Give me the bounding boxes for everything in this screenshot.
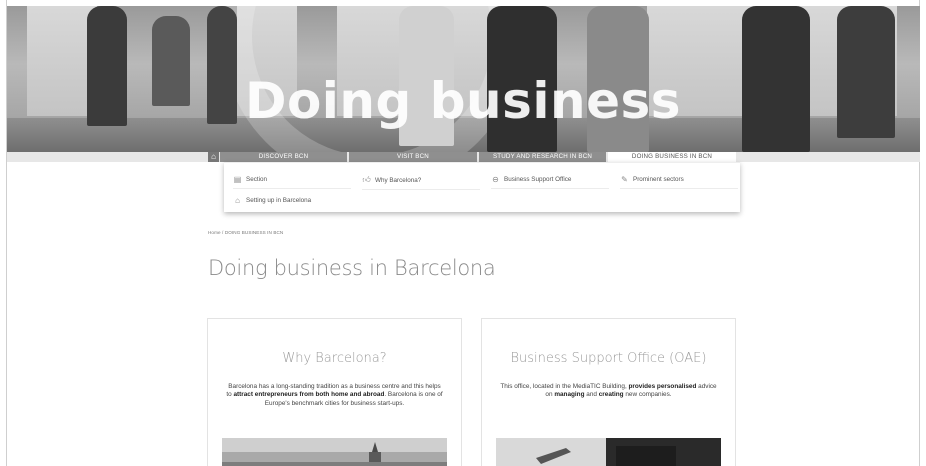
- dropdown-item-setting-up[interactable]: ⌂ Setting up in Barcelona: [233, 196, 351, 209]
- tab-study-research-bcn[interactable]: STUDY AND RESEARCH IN BCN: [479, 152, 606, 162]
- pencil-icon: ✎: [621, 175, 628, 184]
- tab-visit-bcn[interactable]: VISIT BCN: [349, 152, 477, 162]
- dropdown-item-label: Prominent sectors: [633, 176, 684, 183]
- dropdown-item-section[interactable]: ▤ Section: [233, 175, 351, 189]
- dropdown-item-label: Business Support Office: [504, 176, 572, 183]
- card-text-bold: provides personalised: [628, 383, 697, 390]
- card-text: and: [584, 391, 599, 399]
- card-business-support-office[interactable]: Business Support Office (OAE) This offic…: [481, 318, 736, 466]
- card-description: This office, located in the MediaTIC Bui…: [500, 383, 717, 400]
- building-icon: ⌂: [235, 196, 240, 205]
- card-image[interactable]: [496, 438, 721, 466]
- card-text: This office, located in the MediaTIC Bui…: [500, 383, 629, 390]
- page-title: Doing business in Barcelona: [208, 256, 496, 280]
- breadcrumb-current: DOING BUSINESS IN BCN: [224, 230, 284, 235]
- home-button[interactable]: ⌂: [208, 152, 219, 162]
- dropdown-item-prominent-sectors[interactable]: ✎ Prominent sectors: [620, 175, 738, 189]
- dropdown-item-why-barcelona[interactable]: 👍︎ Why Barcelona?: [362, 175, 480, 190]
- breadcrumb-separator: /: [222, 230, 224, 235]
- card-text-bold: creating: [598, 391, 624, 399]
- office-icon: ⊖: [492, 175, 499, 184]
- card-image[interactable]: [222, 438, 447, 466]
- thumbs-up-icon: 👍︎: [362, 175, 371, 184]
- home-icon: ⌂: [211, 152, 216, 161]
- card-title: Why Barcelona?: [282, 351, 387, 366]
- nav-dropdown-menu: ▤ Section 👍︎ Why Barcelona? ⊖ Business S…: [224, 162, 740, 212]
- card-description: Barcelona has a long-standing tradition …: [226, 383, 443, 408]
- card-text-bold: attract entrepreneurs from both home and…: [233, 391, 385, 399]
- tab-doing-business-bcn[interactable]: DOING BUSINESS IN BCN: [608, 152, 736, 162]
- dropdown-item-label: Setting up in Barcelona: [246, 197, 312, 204]
- dropdown-item-label: Why Barcelona?: [375, 176, 422, 184]
- tab-discover-bcn[interactable]: DISCOVER BCN: [220, 152, 347, 162]
- hero-title: Doing business: [244, 72, 682, 130]
- card-title: Business Support Office (OAE): [510, 351, 707, 366]
- dropdown-item-business-support-office[interactable]: ⊖ Business Support Office: [491, 175, 609, 189]
- breadcrumb: Home / DOING BUSINESS IN BCN: [208, 230, 283, 235]
- document-icon: ▤: [233, 175, 242, 184]
- card-why-barcelona[interactable]: Why Barcelona? Barcelona has a long-stan…: [207, 318, 462, 466]
- dropdown-item-label: Section: [246, 176, 268, 183]
- breadcrumb-home-link[interactable]: Home: [208, 230, 221, 235]
- card-text: new companies.: [623, 391, 672, 399]
- card-text-bold: managing: [554, 391, 585, 399]
